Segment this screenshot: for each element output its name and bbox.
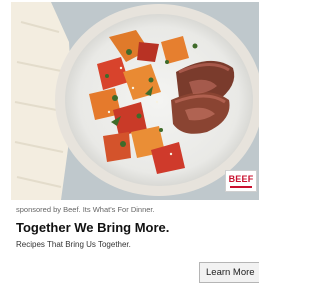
ad-headline[interactable]: Together We Bring More. [16, 220, 169, 235]
beef-logo-text: BEEF [228, 173, 254, 184]
sponsor-label: sponsored by Beef. Its What's For Dinner… [16, 205, 155, 214]
sponsored-ad-card[interactable]: BEEF sponsored by Beef. Its What's For D… [11, 2, 259, 283]
beef-logo-underline [230, 185, 252, 188]
learn-more-button[interactable]: Learn More [199, 262, 259, 283]
ad-hero-image[interactable]: BEEF [11, 2, 259, 200]
ad-subline: Recipes That Bring Us Together. [16, 240, 131, 249]
beef-logo: BEEF [225, 170, 257, 192]
